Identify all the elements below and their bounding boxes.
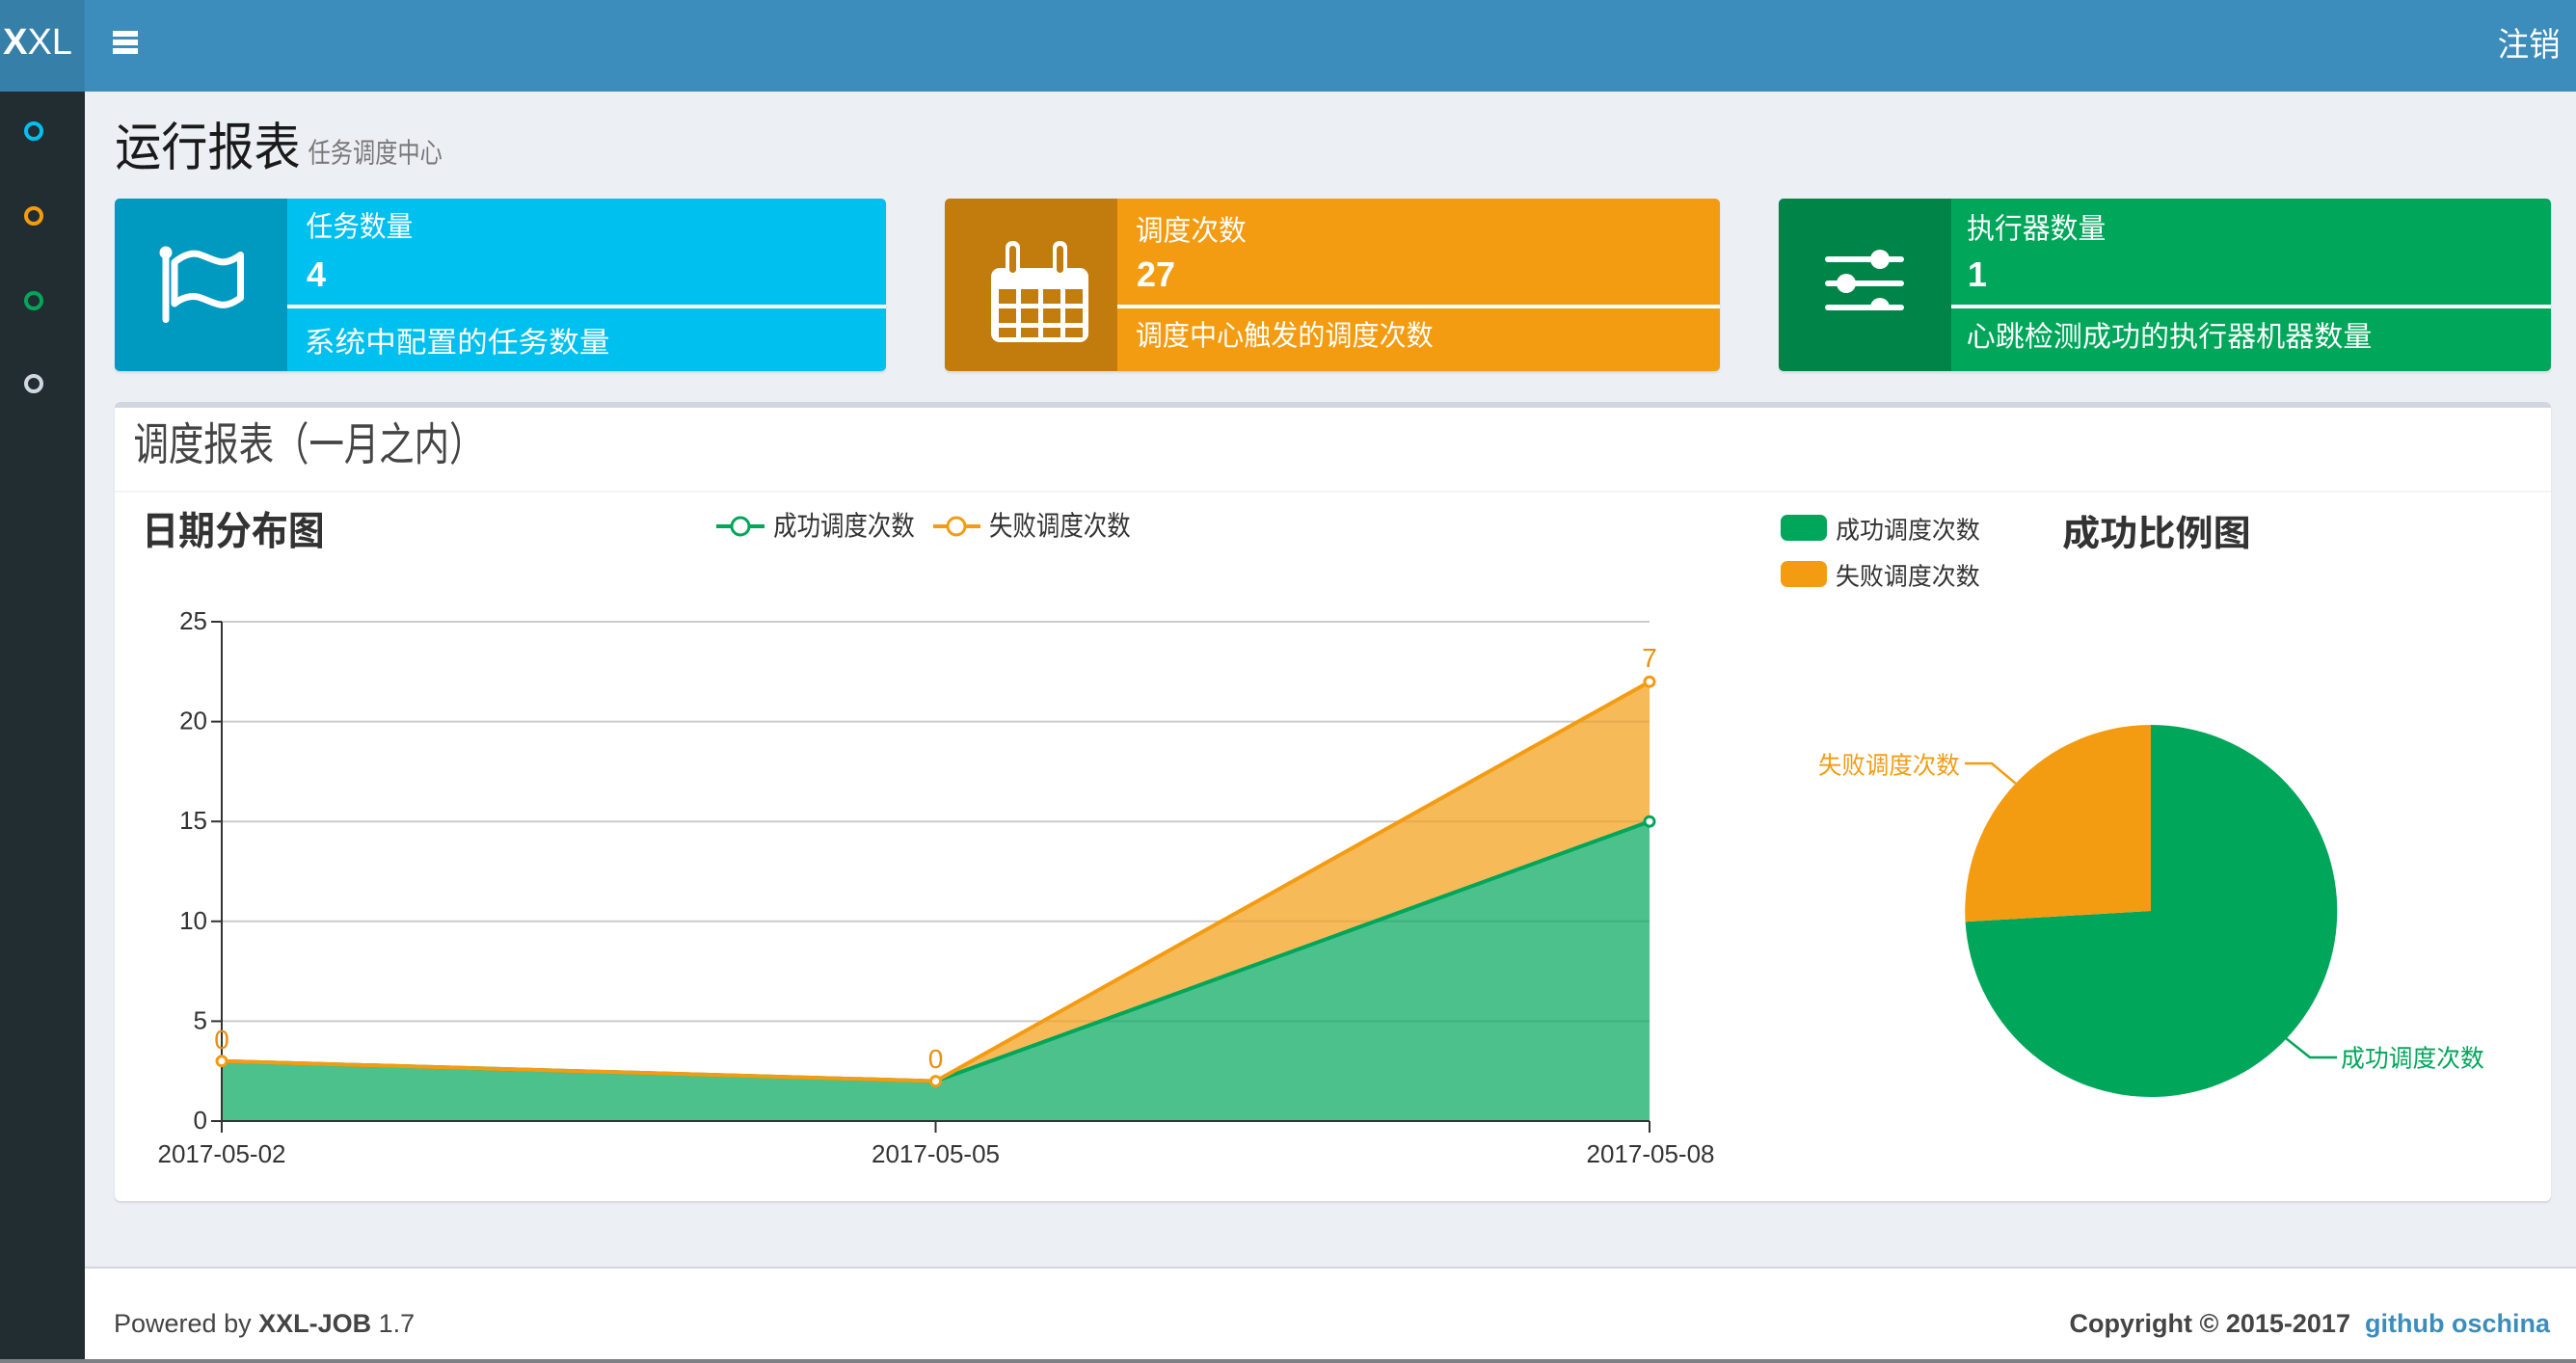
svg-text:2017-05-02: 2017-05-02 (158, 1139, 286, 1168)
svg-text:7: 7 (1642, 643, 1657, 673)
svg-text:25: 25 (179, 606, 207, 635)
svg-text:0: 0 (214, 1025, 229, 1055)
svg-text:15: 15 (179, 806, 207, 835)
svg-text:20: 20 (179, 707, 207, 735)
svg-text:10: 10 (179, 906, 207, 935)
svg-text:2017-05-08: 2017-05-08 (1587, 1139, 1715, 1168)
svg-text:2017-05-05: 2017-05-05 (872, 1139, 1000, 1168)
svg-text:0: 0 (194, 1106, 207, 1135)
svg-text:5: 5 (194, 1005, 207, 1034)
svg-text:0: 0 (928, 1044, 944, 1074)
